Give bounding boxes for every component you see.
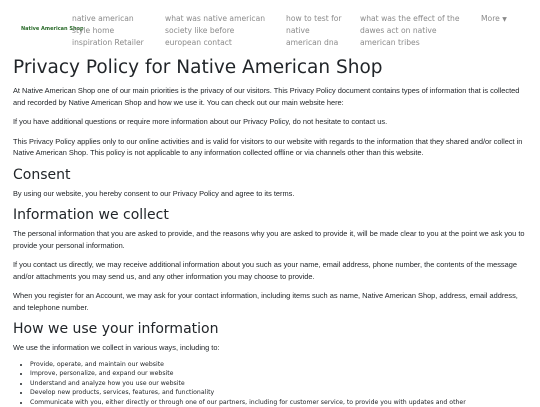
list-item: Understand and analyze how you use our w… bbox=[30, 379, 527, 389]
nav-link-native-american-society[interactable]: what was native american society like be… bbox=[165, 13, 265, 49]
collect-heading: Information we collect bbox=[13, 207, 527, 224]
nav-link-test-native-american-dna[interactable]: how to test for native american dna bbox=[286, 13, 342, 49]
nav-link-line: american tribes bbox=[360, 37, 460, 49]
nav-link-line: european contact bbox=[165, 37, 265, 49]
intro-paragraph-1: At Native American Shop one of our main … bbox=[13, 85, 527, 108]
intro-paragraph-2: If you have additional questions or requ… bbox=[13, 116, 527, 128]
nav-link-native-american-style-home[interactable]: native american style home inspiration R… bbox=[72, 13, 144, 49]
nav-link-line: inspiration Retailer bbox=[72, 37, 144, 49]
use-list: Provide, operate, and maintain our websi… bbox=[13, 360, 527, 407]
intro-paragraph-3: This Privacy Policy applies only to our … bbox=[13, 136, 527, 159]
nav-link-line: society like before bbox=[165, 25, 265, 37]
nav-link-line: american dna bbox=[286, 37, 342, 49]
collect-paragraph-3: When you register for an Account, we may… bbox=[13, 290, 527, 313]
use-paragraph: We use the information we collect in var… bbox=[13, 342, 527, 354]
nav-link-line: what was native american bbox=[165, 13, 265, 25]
nav-link-dawes-act-effect[interactable]: what was the effect of the dawes act on … bbox=[360, 13, 460, 49]
top-navbar: Native American Shop native american sty… bbox=[0, 0, 540, 52]
more-label: More bbox=[481, 14, 500, 23]
main-content: Privacy Policy for Native American Shop … bbox=[13, 57, 527, 407]
list-item: Develop new products, services, features… bbox=[30, 388, 527, 398]
nav-link-line: style home bbox=[72, 25, 144, 37]
list-item: Communicate with you, either directly or… bbox=[30, 398, 527, 407]
page-title: Privacy Policy for Native American Shop bbox=[13, 57, 527, 79]
nav-link-line: native american bbox=[72, 13, 144, 25]
more-dropdown-button[interactable]: More ▼ bbox=[481, 13, 507, 26]
nav-link-line: how to test for bbox=[286, 13, 342, 25]
caret-down-icon: ▼ bbox=[502, 16, 507, 23]
consent-paragraph: By using our website, you hereby consent… bbox=[13, 188, 527, 200]
nav-link-line: dawes act on native bbox=[360, 25, 460, 37]
collect-paragraph-2: If you contact us directly, we may recei… bbox=[13, 259, 527, 282]
nav-link-line: native bbox=[286, 25, 342, 37]
consent-heading: Consent bbox=[13, 167, 527, 184]
list-item: Improve, personalize, and expand our web… bbox=[30, 369, 527, 379]
list-item: Provide, operate, and maintain our websi… bbox=[30, 360, 527, 370]
collect-paragraph-1: The personal information that you are as… bbox=[13, 228, 527, 251]
nav-link-line: what was the effect of the bbox=[360, 13, 460, 25]
use-heading: How we use your information bbox=[13, 321, 527, 338]
